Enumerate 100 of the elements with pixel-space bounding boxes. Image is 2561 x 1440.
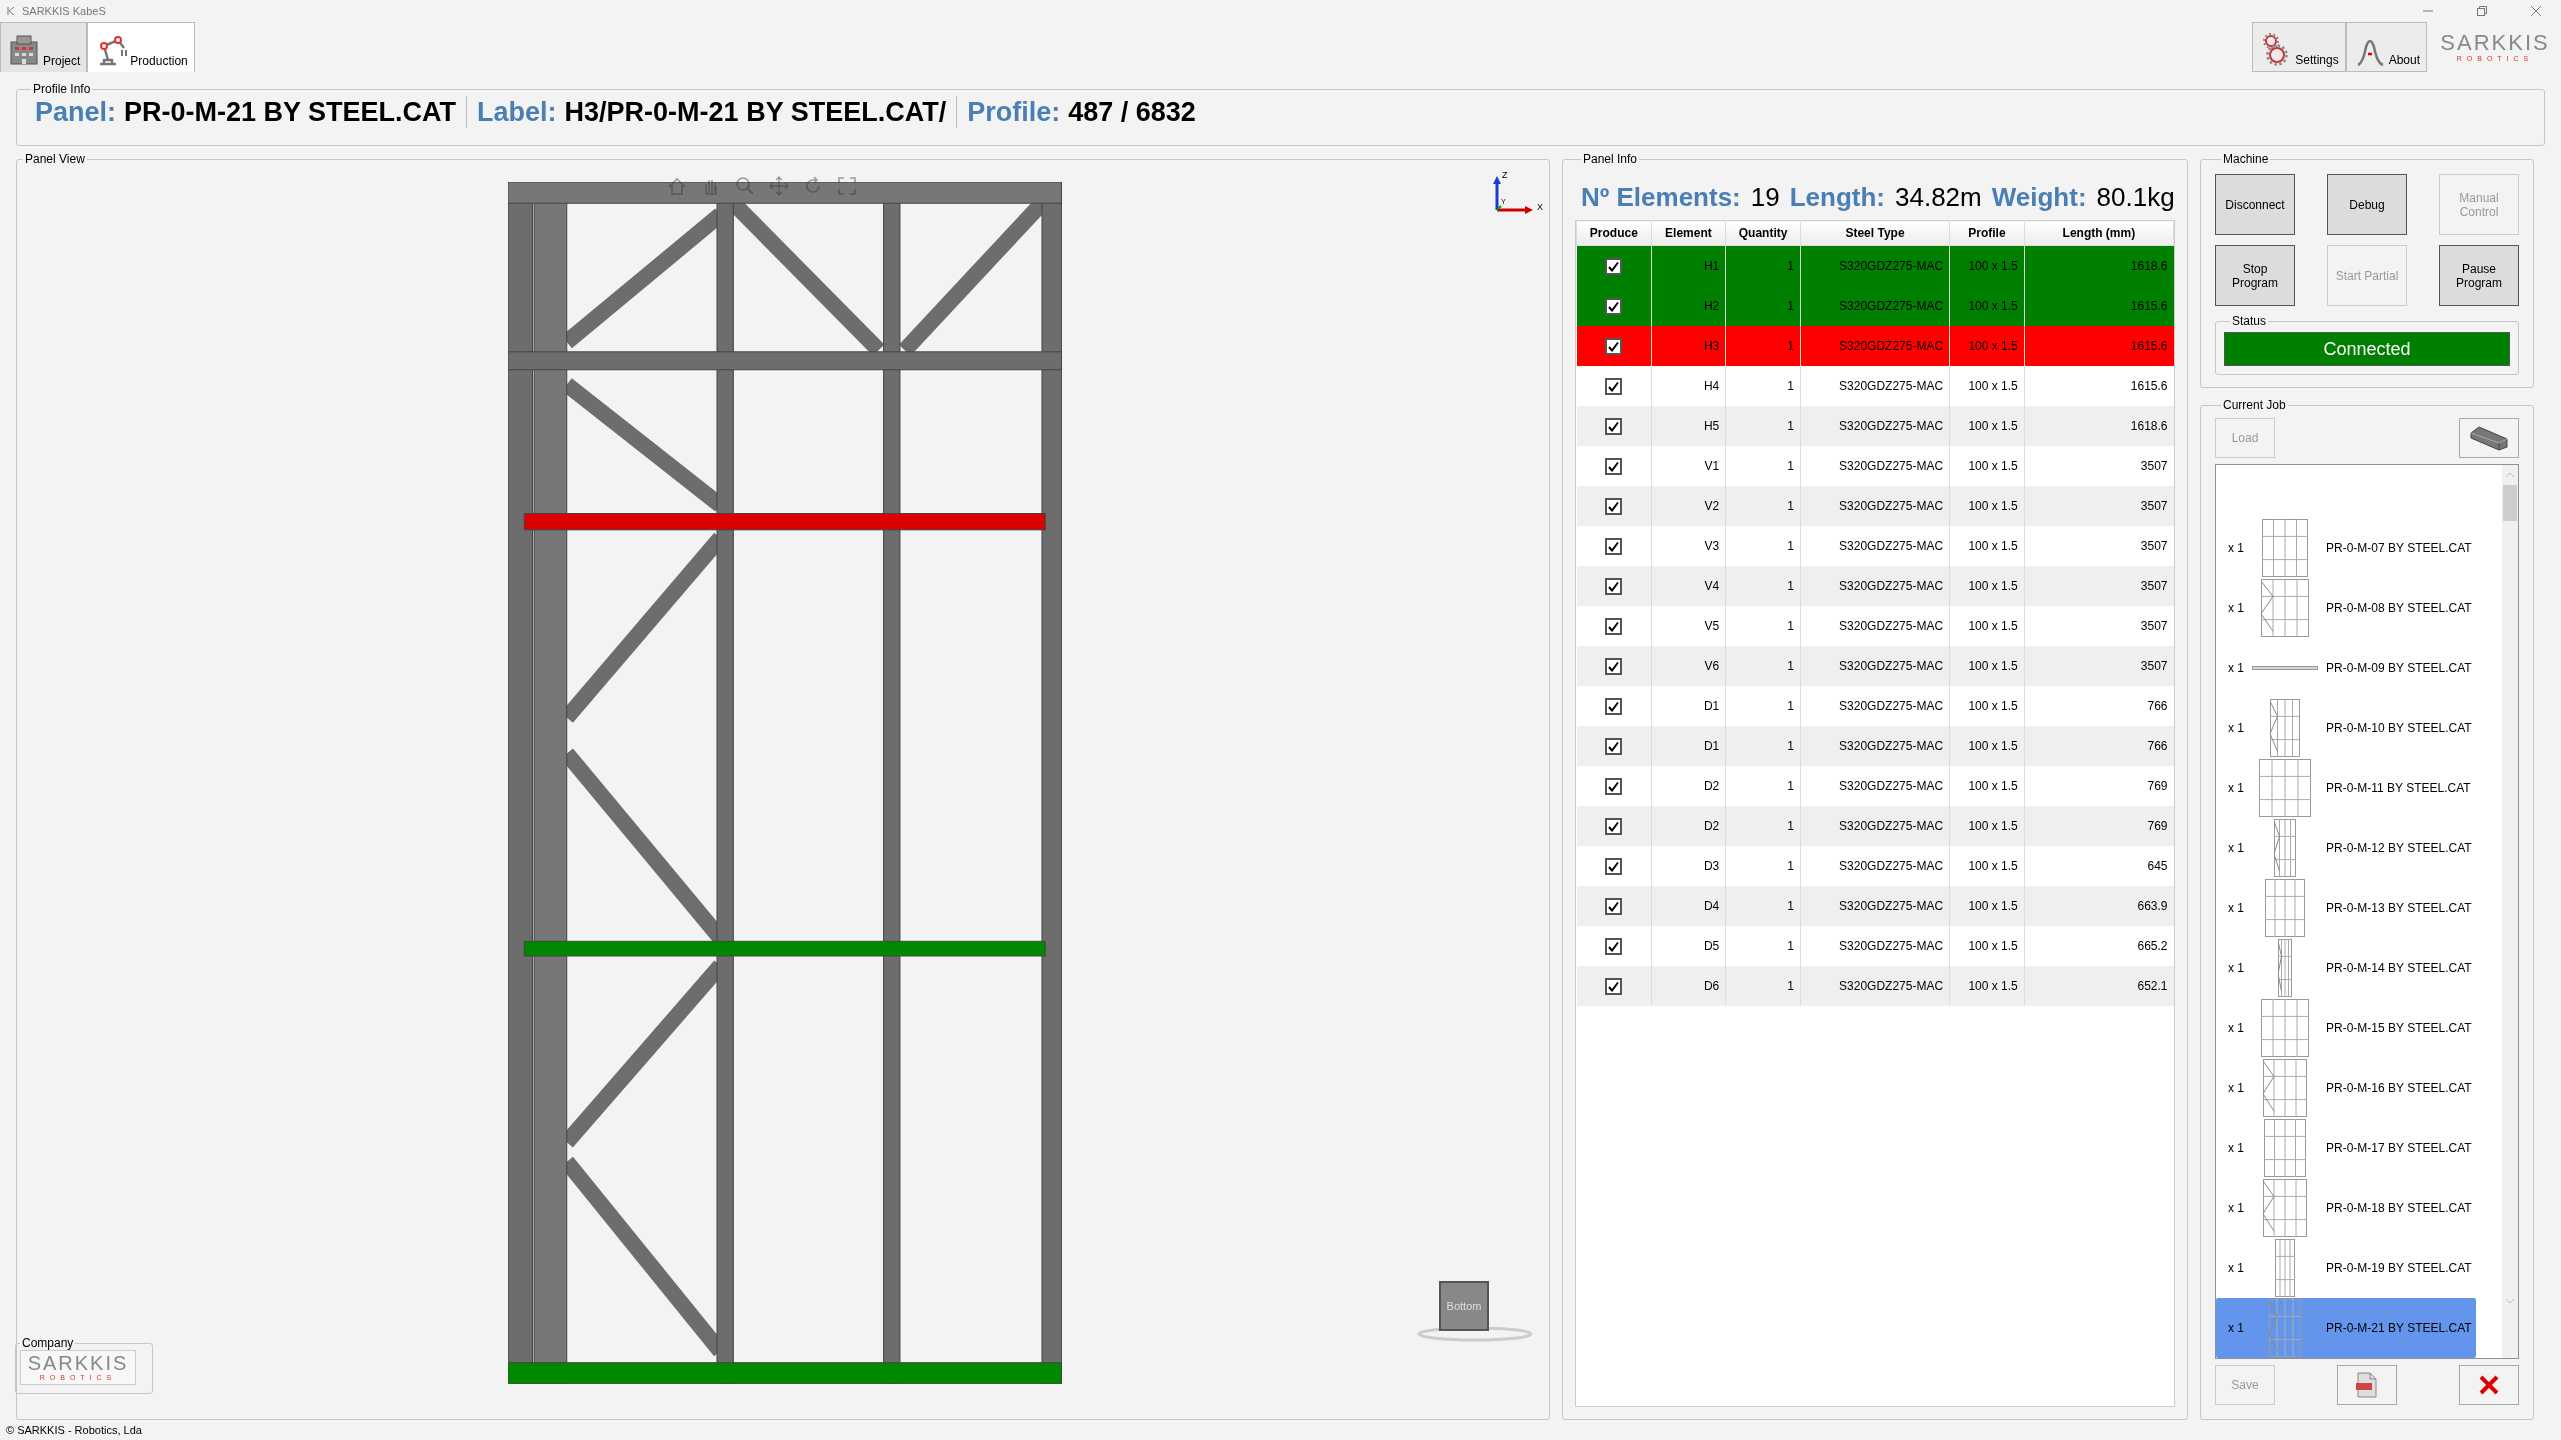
settings-button[interactable]: Settings	[2252, 22, 2346, 72]
job-item[interactable]: x 1 PR-0-M-08 BY STEEL.CAT	[2216, 578, 2476, 638]
table-cell: 100 x 1.5	[1949, 486, 2025, 526]
column-header[interactable]: Profile	[1949, 220, 2025, 246]
checkbox[interactable]	[1605, 617, 1623, 635]
machine-button[interactable]: Debug	[2327, 174, 2407, 235]
panel-thumbnail-drawing	[2252, 666, 2318, 670]
axis-label: Z	[1502, 170, 1508, 181]
table-cell: S320GDZ275-MAC	[1800, 686, 1950, 726]
job-item[interactable]: x 1 PR-0-M-12 BY STEEL.CAT	[2216, 818, 2476, 878]
column-header[interactable]: Element	[1651, 220, 1726, 246]
zoom-icon[interactable]	[735, 176, 755, 196]
move-icon[interactable]	[769, 176, 789, 196]
home-icon[interactable]	[667, 176, 687, 196]
job-item[interactable]: x 1 PR-0-M-09 BY STEEL.CAT	[2216, 638, 2476, 698]
job-item[interactable]: x 1 PR-0-M-18 BY STEEL.CAT	[2216, 1178, 2476, 1238]
checkbox[interactable]	[1605, 697, 1623, 715]
job-item[interactable]: x 1 PR-0-M-14 BY STEEL.CAT	[2216, 938, 2476, 998]
scrollbar[interactable]	[2502, 465, 2518, 1358]
checkbox[interactable]	[1605, 657, 1623, 675]
job-item[interactable]: x 1 PR-0-M-11 BY STEEL.CAT	[2216, 758, 2475, 818]
restore-icon[interactable]	[2477, 6, 2487, 16]
table-cell: 3507	[2024, 606, 2174, 646]
checkbox[interactable]	[1605, 577, 1623, 595]
delete-button[interactable]	[2459, 1365, 2519, 1405]
pdf-button[interactable]	[2337, 1365, 2397, 1405]
checkbox[interactable]	[1605, 537, 1623, 555]
checkmark-icon	[1608, 860, 1620, 872]
tab[interactable]: Production	[87, 22, 195, 72]
checkbox[interactable]	[1605, 817, 1623, 835]
checkbox[interactable]	[1605, 737, 1623, 755]
table-cell: D1	[1651, 686, 1726, 726]
table-cell: H3	[1651, 326, 1726, 366]
checkbox[interactable]	[1605, 497, 1623, 515]
table-cell: 100 x 1.5	[1949, 646, 2025, 686]
column-header[interactable]: Steel Type	[1800, 220, 1950, 246]
checkbox[interactable]	[1605, 937, 1623, 955]
table-cell: 1	[1725, 326, 1801, 366]
table-cell: V3	[1651, 526, 1726, 566]
table-cell: 1	[1725, 486, 1801, 526]
job-item[interactable]: x 1 PR-0-M-21 BY STEEL.CAT	[2216, 1298, 2476, 1358]
about-button[interactable]: About	[2345, 22, 2427, 72]
job-item[interactable]: x 1 PR-0-M-15 BY STEEL.CAT	[2216, 998, 2476, 1058]
checkbox[interactable]	[1605, 377, 1623, 395]
checkmark-icon	[1608, 420, 1620, 432]
checkbox[interactable]	[1605, 777, 1623, 795]
checkbox[interactable]	[1605, 897, 1623, 915]
table-cell: 1618.6	[2024, 245, 2174, 286]
panel-thumbnail-drawing	[2278, 939, 2292, 997]
tab[interactable]: Project	[0, 22, 88, 72]
table-cell: V1	[1651, 446, 1726, 486]
table-cell: 645	[2024, 846, 2174, 886]
table-cell: 1	[1725, 446, 1801, 486]
table-cell: 652.1	[2024, 966, 2174, 1006]
job-item[interactable]: x 1 PR-0-M-07 BY STEEL.CAT	[2216, 518, 2476, 578]
table-cell: 1	[1725, 566, 1801, 606]
checkbox[interactable]	[1605, 257, 1623, 275]
checkbox[interactable]	[1605, 457, 1623, 475]
stat-value: 19	[1750, 181, 1780, 214]
table-cell: 3507	[2024, 646, 2174, 686]
table-cell: 100 x 1.5	[1949, 726, 2025, 766]
table-cell: 769	[2024, 766, 2174, 806]
table-cell: 3507	[2024, 446, 2174, 486]
panel-thumbnail-drawing	[2274, 819, 2296, 877]
job-item[interactable]: x 1 PR-0-M-16 BY STEEL.CAT	[2216, 1058, 2476, 1118]
table-cell: 100 x 1.5	[1949, 526, 2025, 566]
table-cell: 100 x 1.5	[1949, 566, 2025, 606]
table-cell: D6	[1651, 966, 1726, 1006]
stat-label: Nº Elements:	[1581, 181, 1741, 214]
checkbox[interactable]	[1605, 977, 1623, 995]
checkbox[interactable]	[1605, 417, 1623, 435]
checkmark-icon	[1608, 500, 1620, 512]
job-item[interactable]: x 1 PR-0-M-13 BY STEEL.CAT	[2216, 878, 2476, 938]
machine-button[interactable]: Disconnect	[2215, 174, 2295, 235]
checkbox[interactable]	[1605, 337, 1623, 355]
table-cell: S320GDZ275-MAC	[1800, 766, 1950, 806]
rotate-icon[interactable]	[803, 176, 823, 196]
status-indicator: Connected	[2224, 332, 2510, 366]
machine-button[interactable]: Stop Program	[2215, 245, 2295, 306]
column-header[interactable]: Quantity	[1725, 220, 1801, 246]
field-value: PR-0-M-21 BY STEEL.CAT	[124, 96, 457, 128]
column-header[interactable]: Produce	[1576, 220, 1652, 246]
job-item[interactable]: x 1 PR-0-M-10 BY STEEL.CAT	[2216, 698, 2476, 758]
profile-button[interactable]	[2459, 418, 2519, 458]
table-cell: 1	[1725, 606, 1801, 646]
group-title: Company	[21, 1336, 75, 1350]
job-item[interactable]: x 1 PR-0-M-19 BY STEEL.CAT	[2216, 1238, 2476, 1298]
panel-thumbnail-drawing	[2270, 699, 2300, 757]
field-value: 487 / 6832	[1068, 96, 1196, 128]
checkmark-icon	[1608, 780, 1620, 792]
close-icon[interactable]	[2531, 6, 2541, 16]
fit-icon[interactable]	[837, 176, 857, 196]
job-item[interactable]: x 1 PR-0-M-17 BY STEEL.CAT	[2216, 1118, 2476, 1178]
column-header[interactable]: Length (mm)	[2024, 220, 2174, 246]
table-cell: H2	[1651, 286, 1726, 326]
group-title: Machine	[2222, 152, 2270, 166]
checkbox[interactable]	[1605, 857, 1623, 875]
checkbox[interactable]	[1605, 297, 1623, 315]
checkmark-icon	[1608, 620, 1620, 632]
machine-button[interactable]: Pause Program	[2439, 245, 2519, 306]
